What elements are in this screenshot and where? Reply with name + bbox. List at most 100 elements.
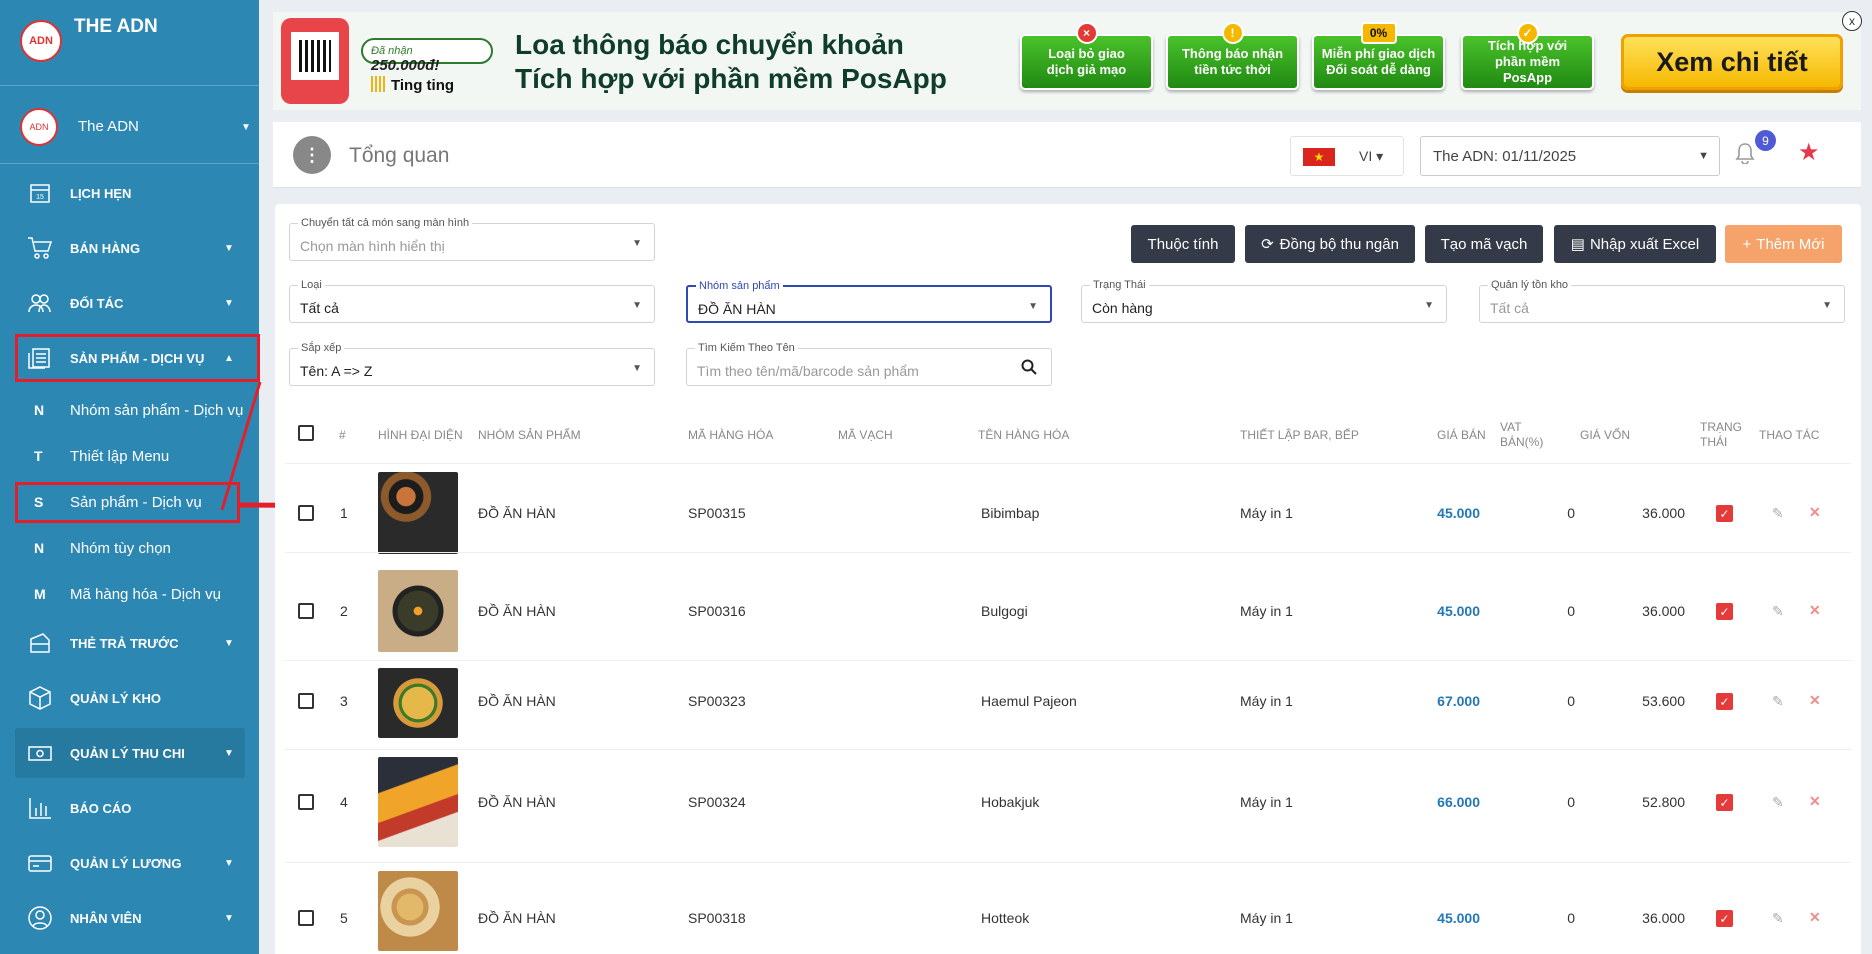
- submenu-item-nhom-tuy-chon[interactable]: N Nhóm tùy chọn: [0, 527, 259, 569]
- create-barcode-button[interactable]: Tạo mã vạch: [1425, 225, 1543, 263]
- row-checkbox[interactable]: [298, 603, 314, 619]
- row-checkbox[interactable]: [298, 505, 314, 521]
- menu-label: BÁO CÁO: [70, 800, 132, 816]
- sort-select[interactable]: Sắp xếp Tên: A => Z ▼: [289, 342, 655, 386]
- edit-icon[interactable]: ✎: [1772, 910, 1784, 927]
- divider: [285, 552, 1851, 553]
- product-group-select[interactable]: Nhóm sản phẩm ĐỒ ĂN HÀN ▼: [686, 280, 1052, 323]
- more-vertical-icon[interactable]: ⋮: [293, 136, 331, 174]
- row-price: 45.000: [1437, 603, 1480, 619]
- menu-item-doi-tac[interactable]: ĐỐI TÁC ▼: [0, 278, 259, 328]
- banner-received-pill: Đã nhận 250.000đ!: [361, 38, 493, 74]
- qr-speaker-icon: [281, 18, 349, 104]
- caret-down-icon: ▼: [632, 238, 642, 249]
- submenu-item-ma-hang-hoa[interactable]: M Mã hàng hóa - Dịch vụ: [0, 573, 259, 615]
- screen-select[interactable]: Chuyển tất cả món sang màn hình Chọn màn…: [289, 217, 655, 261]
- close-circle-icon: ×: [1075, 22, 1098, 44]
- divider: [285, 749, 1851, 750]
- row-bar: Máy in 1: [1240, 794, 1293, 810]
- row-cost: 53.600: [1642, 693, 1685, 709]
- chevron-down-icon: ▼: [241, 122, 251, 133]
- language-select[interactable]: ★ VI ▾: [1290, 136, 1404, 176]
- sync-icon: ⟳: [1261, 236, 1274, 253]
- button-label: Thêm Mới: [1756, 235, 1825, 253]
- menu-item-the-tra-truoc[interactable]: THẺ TRẢ TRƯỚC ▼: [0, 618, 259, 668]
- col-header-name: TÊN HÀNG HÓA: [978, 428, 1070, 442]
- check-circle-icon: ✓: [1516, 22, 1539, 44]
- submenu-item-nhom-san-pham[interactable]: N Nhóm sản phẩm - Dịch vụ: [0, 389, 259, 431]
- product-thumbnail: [378, 472, 458, 554]
- field-label: Loại: [298, 279, 325, 291]
- chevron-down-icon: ▼: [224, 242, 234, 254]
- row-cost: 36.000: [1642, 603, 1685, 619]
- menu-label: THẺ TRẢ TRƯỚC: [70, 635, 179, 651]
- prepaid-card-icon: [26, 629, 54, 657]
- delete-icon[interactable]: ✕: [1809, 692, 1821, 709]
- select-all-checkbox[interactable]: [298, 425, 314, 441]
- row-price: 45.000: [1437, 505, 1480, 521]
- search-icon[interactable]: [1021, 359, 1037, 380]
- header-line: THÁI: [1700, 435, 1728, 449]
- menu-item-ban-hang[interactable]: BÁN HÀNG ▼: [0, 223, 259, 273]
- employee-icon: [26, 904, 54, 932]
- attributes-button[interactable]: Thuộc tính: [1131, 225, 1235, 263]
- excel-import-export-button[interactable]: ▤ Nhập xuất Excel: [1554, 225, 1716, 263]
- feature-line: Thông báo nhận: [1181, 46, 1284, 61]
- page-title: Tổng quan: [349, 144, 450, 167]
- row-num: 1: [340, 505, 348, 521]
- row-name: Bibimbap: [981, 505, 1040, 521]
- type-select[interactable]: Loại Tất cả ▼: [289, 279, 655, 323]
- row-bar: Máy in 1: [1240, 910, 1293, 926]
- edit-icon[interactable]: ✎: [1772, 603, 1784, 620]
- star-icon[interactable]: ★: [1798, 138, 1820, 167]
- menu-label: LỊCH HẸN: [70, 185, 132, 201]
- row-group: ĐỒ ĂN HÀN: [478, 794, 556, 810]
- menu-item-bao-cao[interactable]: BÁO CÁO: [0, 783, 259, 833]
- row-cost: 52.800: [1642, 794, 1685, 810]
- row-status-checkbox[interactable]: ✓: [1716, 794, 1733, 811]
- col-header-vat: VAT BÁN(%): [1500, 420, 1543, 450]
- menu-item-quan-ly-luong[interactable]: QUẢN LÝ LƯƠNG ▼: [0, 838, 259, 888]
- submenu-item-thiet-lap-menu[interactable]: T Thiết lập Menu: [0, 435, 259, 477]
- status-select[interactable]: Trạng Thái Còn hàng ▼: [1081, 279, 1447, 323]
- submenu-label: Nhóm sản phẩm - Dịch vụ: [70, 401, 244, 419]
- stock-management-select[interactable]: Quản lý tồn kho Tất cả ▼: [1479, 279, 1845, 323]
- add-new-button[interactable]: + Thêm Mới: [1725, 225, 1842, 263]
- delete-icon[interactable]: ✕: [1809, 793, 1821, 810]
- delete-icon[interactable]: ✕: [1809, 602, 1821, 619]
- row-checkbox[interactable]: [298, 794, 314, 810]
- row-num: 5: [340, 910, 348, 926]
- banner-close-icon[interactable]: x: [1842, 11, 1862, 31]
- search-input[interactable]: Tìm Kiếm Theo Tên Tìm theo tên/mã/barcod…: [686, 342, 1052, 386]
- row-code: SP00318: [688, 910, 746, 926]
- cart-icon: [26, 234, 54, 262]
- row-name: Bulgogi: [981, 603, 1028, 619]
- row-status-checkbox[interactable]: ✓: [1716, 693, 1733, 710]
- bell-icon[interactable]: [1735, 142, 1755, 170]
- calendar-day: 15: [36, 194, 44, 201]
- row-checkbox[interactable]: [298, 693, 314, 709]
- row-checkbox[interactable]: [298, 910, 314, 926]
- menu-item-quan-ly-thu-chi[interactable]: QUẢN LÝ THU CHI ▼: [15, 728, 245, 778]
- bar-chart-icon: [26, 794, 54, 822]
- product-thumbnail: [378, 757, 458, 847]
- menu-item-quan-ly-kho[interactable]: QUẢN LÝ KHO: [0, 673, 259, 723]
- header-line: TRẠNG: [1700, 420, 1742, 434]
- menu-item-lich-hen[interactable]: 15 LỊCH HẸN: [0, 168, 259, 218]
- user-switcher[interactable]: ADN The ADN ▼: [0, 86, 259, 164]
- sync-cashier-button[interactable]: ⟳ Đồng bộ thu ngân: [1245, 225, 1415, 263]
- row-status-checkbox[interactable]: ✓: [1716, 505, 1733, 522]
- promo-banner[interactable]: Đã nhận 250.000đ! Ting ting Loa thông bá…: [273, 12, 1861, 110]
- edit-icon[interactable]: ✎: [1772, 505, 1784, 522]
- delete-icon[interactable]: ✕: [1809, 909, 1821, 926]
- banner-cta-button[interactable]: Xem chi tiết: [1621, 34, 1843, 90]
- delete-icon[interactable]: ✕: [1809, 504, 1821, 521]
- row-status-checkbox[interactable]: ✓: [1716, 603, 1733, 620]
- edit-icon[interactable]: ✎: [1772, 693, 1784, 710]
- row-status-checkbox[interactable]: ✓: [1716, 910, 1733, 927]
- row-bar: Máy in 1: [1240, 693, 1293, 709]
- menu-item-nhan-vien[interactable]: NHÂN VIÊN ▼: [0, 893, 259, 943]
- edit-icon[interactable]: ✎: [1772, 794, 1784, 811]
- store-date-select[interactable]: The ADN: 01/11/2025 ▼: [1420, 136, 1720, 176]
- col-header-barcode: MÃ VẠCH: [838, 428, 893, 442]
